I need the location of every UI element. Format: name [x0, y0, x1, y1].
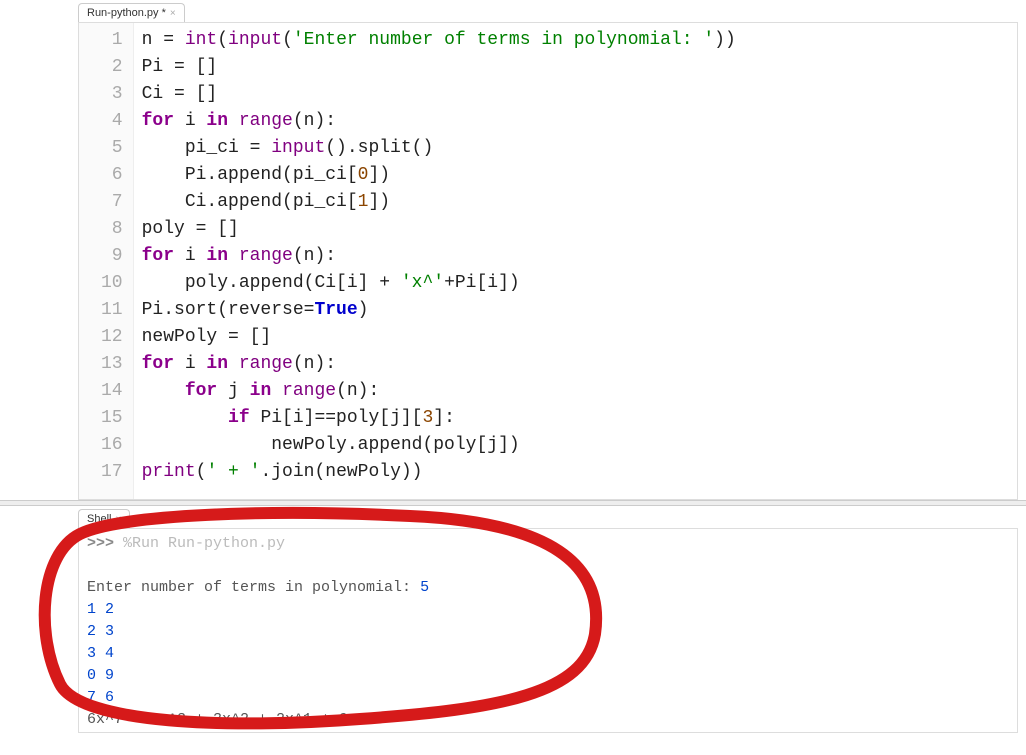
user-input: 3 4 [87, 645, 114, 662]
code-line: poly.append(Ci[i] + 'x^'+Pi[i]) [142, 270, 736, 297]
code-line: newPoly.append(poly[j]) [142, 432, 736, 459]
code-line: for i in range(n): [142, 243, 736, 270]
code-line: Pi = [] [142, 54, 736, 81]
user-input: 0 9 [87, 667, 114, 684]
shell-content[interactable]: >>> %Run Run-python.py Enter number of t… [78, 528, 1018, 733]
code-line: Pi.sort(reverse=True) [142, 297, 736, 324]
run-command: %Run Run-python.py [123, 535, 285, 552]
tab-shell[interactable]: Shell × [78, 509, 130, 528]
code-line: for i in range(n): [142, 351, 736, 378]
code-line: if Pi[i]==poly[j][3]: [142, 405, 736, 432]
tab-label: Run-python.py * [87, 7, 166, 19]
code-line: pi_ci = input().split() [142, 135, 736, 162]
code-line: Pi.append(pi_ci[0]) [142, 162, 736, 189]
tab-label: Shell [87, 513, 111, 525]
code-line: for j in range(n): [142, 378, 736, 405]
line-gutter: 1234567891011121314151617 [79, 23, 134, 499]
editor-pane: Run-python.py * × 1234567891011121314151… [0, 0, 1026, 500]
editor-area[interactable]: 1234567891011121314151617 n = int(input(… [78, 22, 1018, 500]
close-icon[interactable]: × [115, 514, 121, 525]
result-output: 6x^7 + 4x^3 + 3x^2 + 2x^1 + 9x^0 [87, 711, 375, 728]
user-input: 2 3 [87, 623, 114, 640]
shell-pane: Shell × >>> %Run Run-python.py Enter num… [0, 506, 1026, 755]
close-icon[interactable]: × [170, 8, 176, 19]
user-input: 7 6 [87, 689, 114, 706]
code-line: for i in range(n): [142, 108, 736, 135]
code-body[interactable]: n = int(input('Enter number of terms in … [134, 23, 744, 499]
code-line: Ci.append(pi_ci[1]) [142, 189, 736, 216]
shell-prompt: >>> [87, 535, 123, 552]
editor-tabbar: Run-python.py * × [78, 0, 1026, 22]
code-line: Ci = [] [142, 81, 736, 108]
code-line: n = int(input('Enter number of terms in … [142, 27, 736, 54]
code-line: newPoly = [] [142, 324, 736, 351]
output-prompt: Enter number of terms in polynomial: [87, 579, 420, 596]
code-line: print(' + '.join(newPoly)) [142, 459, 736, 486]
shell-tabbar: Shell × [78, 506, 1026, 528]
code-line: poly = [] [142, 216, 736, 243]
user-input: 1 2 [87, 601, 114, 618]
tab-run-python[interactable]: Run-python.py * × [78, 3, 185, 22]
